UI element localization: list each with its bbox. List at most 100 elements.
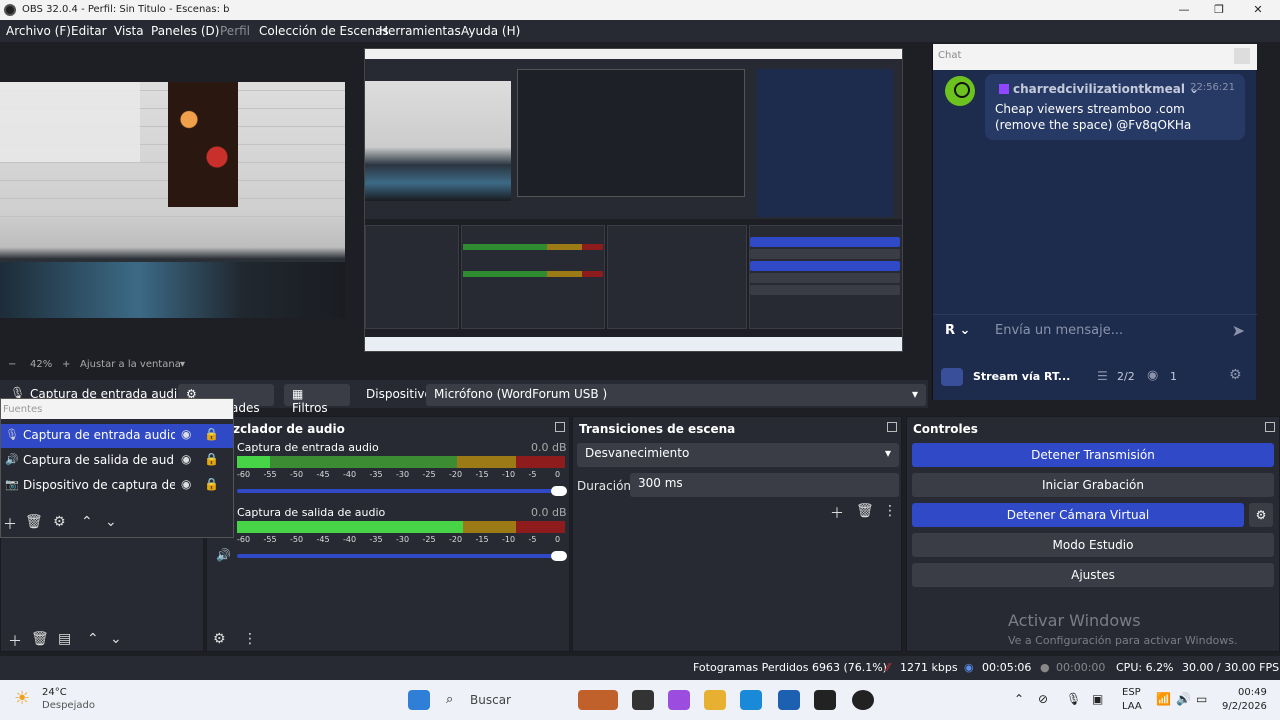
- trash-icon[interactable]: 🗑: [856, 503, 874, 519]
- studio-mode-button[interactable]: Modo Estudio: [912, 533, 1274, 557]
- copilot-icon[interactable]: [668, 690, 690, 710]
- meter-tick-label: 0: [555, 535, 561, 544]
- search-icon[interactable]: ⌕: [446, 692, 453, 707]
- move-down-icon[interactable]: ⌄: [110, 631, 122, 647]
- activation-watermark-title: Activar Windows: [1008, 611, 1141, 630]
- stop-virtual-camera-button[interactable]: Detener Cámara Virtual: [912, 503, 1244, 527]
- add-scene-icon[interactable]: ＋: [8, 631, 22, 651]
- device-select[interactable]: Micrófono (WordForum USB ) ▾: [426, 384, 926, 406]
- chat-username[interactable]: charredcivilizationtkmeal: [1013, 82, 1185, 96]
- minimize-button[interactable]: —: [1164, 1, 1204, 19]
- clock-date[interactable]: 9/2/2026: [1222, 701, 1267, 712]
- obs-taskbar-icon[interactable]: [814, 690, 836, 710]
- volume-icon[interactable]: 🔊: [1176, 692, 1191, 706]
- virtual-camera-settings-icon[interactable]: ⚙: [1249, 503, 1273, 527]
- media-player-icon[interactable]: [852, 690, 874, 710]
- move-up-icon[interactable]: ⌃: [87, 631, 99, 647]
- menu-file[interactable]: Archivo (F): [6, 24, 71, 38]
- file-explorer-icon[interactable]: [704, 690, 726, 710]
- move-up-icon[interactable]: ⌃: [81, 514, 93, 530]
- lock-icon[interactable]: 🔒: [204, 427, 219, 441]
- send-icon[interactable]: ➤: [1232, 321, 1245, 340]
- float-dock-button[interactable]: [1265, 422, 1275, 432]
- move-down-icon[interactable]: ⌄: [105, 514, 117, 530]
- guests-icon: ☰: [1097, 369, 1108, 383]
- trash-icon[interactable]: 🗑: [25, 514, 43, 530]
- eye-icon[interactable]: ◉: [181, 427, 191, 441]
- maximize-button[interactable]: ❐: [1199, 1, 1239, 19]
- language-code[interactable]: ESP: [1122, 687, 1141, 698]
- edge-icon[interactable]: [740, 690, 762, 710]
- stream-name: Stream vía RT...: [973, 370, 1071, 383]
- menu-edit[interactable]: Editar: [71, 24, 107, 38]
- chevron-up-icon[interactable]: ⌃: [1014, 692, 1024, 706]
- add-source-icon[interactable]: ＋: [3, 514, 17, 534]
- weather-icon[interactable]: ☀: [14, 688, 30, 709]
- keyboard-layout[interactable]: LAA: [1122, 701, 1142, 712]
- start-recording-button[interactable]: Iniciar Grabación: [912, 473, 1274, 497]
- meter-tick-label: -50: [290, 470, 304, 479]
- meter-tick-label: -50: [290, 535, 304, 544]
- meter-tick-label: -45: [316, 535, 330, 544]
- menu-view[interactable]: Vista: [114, 24, 144, 38]
- menu-scene-collection[interactable]: Colección de Escenas: [259, 24, 389, 38]
- menu-docks[interactable]: Paneles (D): [151, 24, 219, 38]
- trash-icon[interactable]: 🗑: [31, 631, 49, 647]
- chat-close-button[interactable]: [1234, 48, 1250, 64]
- close-button[interactable]: ✕: [1238, 1, 1278, 19]
- gear-icon[interactable]: ⚙: [53, 514, 66, 530]
- transition-select[interactable]: Desvanecimiento ▾: [577, 443, 899, 467]
- lock-icon[interactable]: 🔒: [204, 477, 219, 491]
- activation-watermark-text: Ve a Configuración para activar Windows.: [1008, 634, 1238, 647]
- menu-tools[interactable]: Herramientas: [379, 24, 461, 38]
- task-view-icon[interactable]: [632, 690, 654, 710]
- windows-start-icon[interactable]: [408, 690, 430, 710]
- menu-profile[interactable]: Perfil: [220, 24, 250, 38]
- settings-gear-icon[interactable]: ⚙: [1229, 367, 1242, 383]
- meter-tick-label: -15: [475, 535, 489, 544]
- mixer-channel-name: Captura de salida de audio: [237, 506, 386, 519]
- filter-icon[interactable]: ▤: [58, 631, 71, 647]
- source-item[interactable]: 🎙 Captura de entrada audio ◉ 🔒: [1, 424, 233, 448]
- chat-input-placeholder[interactable]: Envía un mensaje...: [995, 323, 1123, 338]
- zoom-in-button[interactable]: +: [62, 359, 70, 370]
- network-off-icon[interactable]: ⊘: [1038, 692, 1048, 706]
- fit-window-button[interactable]: Ajustar a la ventana: [80, 359, 181, 370]
- display-icon[interactable]: ▣: [1092, 692, 1103, 706]
- preview-canvas[interactable]: [0, 42, 928, 356]
- volume-slider[interactable]: [237, 551, 567, 561]
- source-item[interactable]: 📷 Dispositivo de captura de video ◉ 🔒: [1, 474, 233, 498]
- lock-icon[interactable]: 🔒: [204, 452, 219, 466]
- eye-icon[interactable]: ◉: [181, 477, 191, 491]
- chevron-down-icon[interactable]: ▾: [180, 359, 185, 370]
- speaker-icon[interactable]: 🔊: [216, 548, 231, 562]
- menu-help[interactable]: Ayuda (H): [461, 24, 520, 38]
- duration-input[interactable]: 300 ms: [630, 473, 899, 497]
- zoom-out-button[interactable]: −: [8, 359, 16, 370]
- advanced-audio-icon[interactable]: ⚙: [213, 631, 226, 647]
- clock-time[interactable]: 00:49: [1238, 687, 1267, 698]
- microphone-icon[interactable]: 🎙: [1066, 692, 1081, 706]
- stop-streaming-button[interactable]: Detener Transmisión: [912, 443, 1274, 467]
- volume-slider[interactable]: [237, 486, 567, 496]
- float-dock-button[interactable]: [887, 422, 897, 432]
- restream-logo-icon[interactable]: R ⌄: [945, 323, 970, 338]
- battery-icon[interactable]: ▭: [1196, 692, 1207, 706]
- add-transition-icon[interactable]: ＋: [830, 503, 844, 523]
- chat-input-bar[interactable]: R ⌄ Envía un mensaje... ➤: [933, 314, 1257, 350]
- meter-tick-label: -35: [369, 535, 383, 544]
- store-icon[interactable]: [778, 690, 800, 710]
- source-item[interactable]: 🔊 Captura de salida de audio ◉ 🔒: [1, 449, 233, 473]
- webcam-source-image: [0, 82, 345, 318]
- more-options-icon[interactable]: ⋮: [243, 631, 257, 647]
- eye-icon[interactable]: ◉: [181, 452, 191, 466]
- wifi-icon[interactable]: 📶: [1156, 692, 1171, 706]
- taskbar-search[interactable]: Buscar: [470, 693, 511, 707]
- widgets-icon[interactable]: [578, 690, 618, 710]
- duration-label: Duración: [577, 479, 632, 493]
- filters-button[interactable]: ▦ Filtros: [284, 384, 350, 415]
- more-options-icon[interactable]: ⋮: [883, 503, 897, 519]
- guests-count: 2/2: [1117, 370, 1135, 383]
- float-dock-button[interactable]: [555, 422, 565, 432]
- settings-button[interactable]: Ajustes: [912, 563, 1274, 587]
